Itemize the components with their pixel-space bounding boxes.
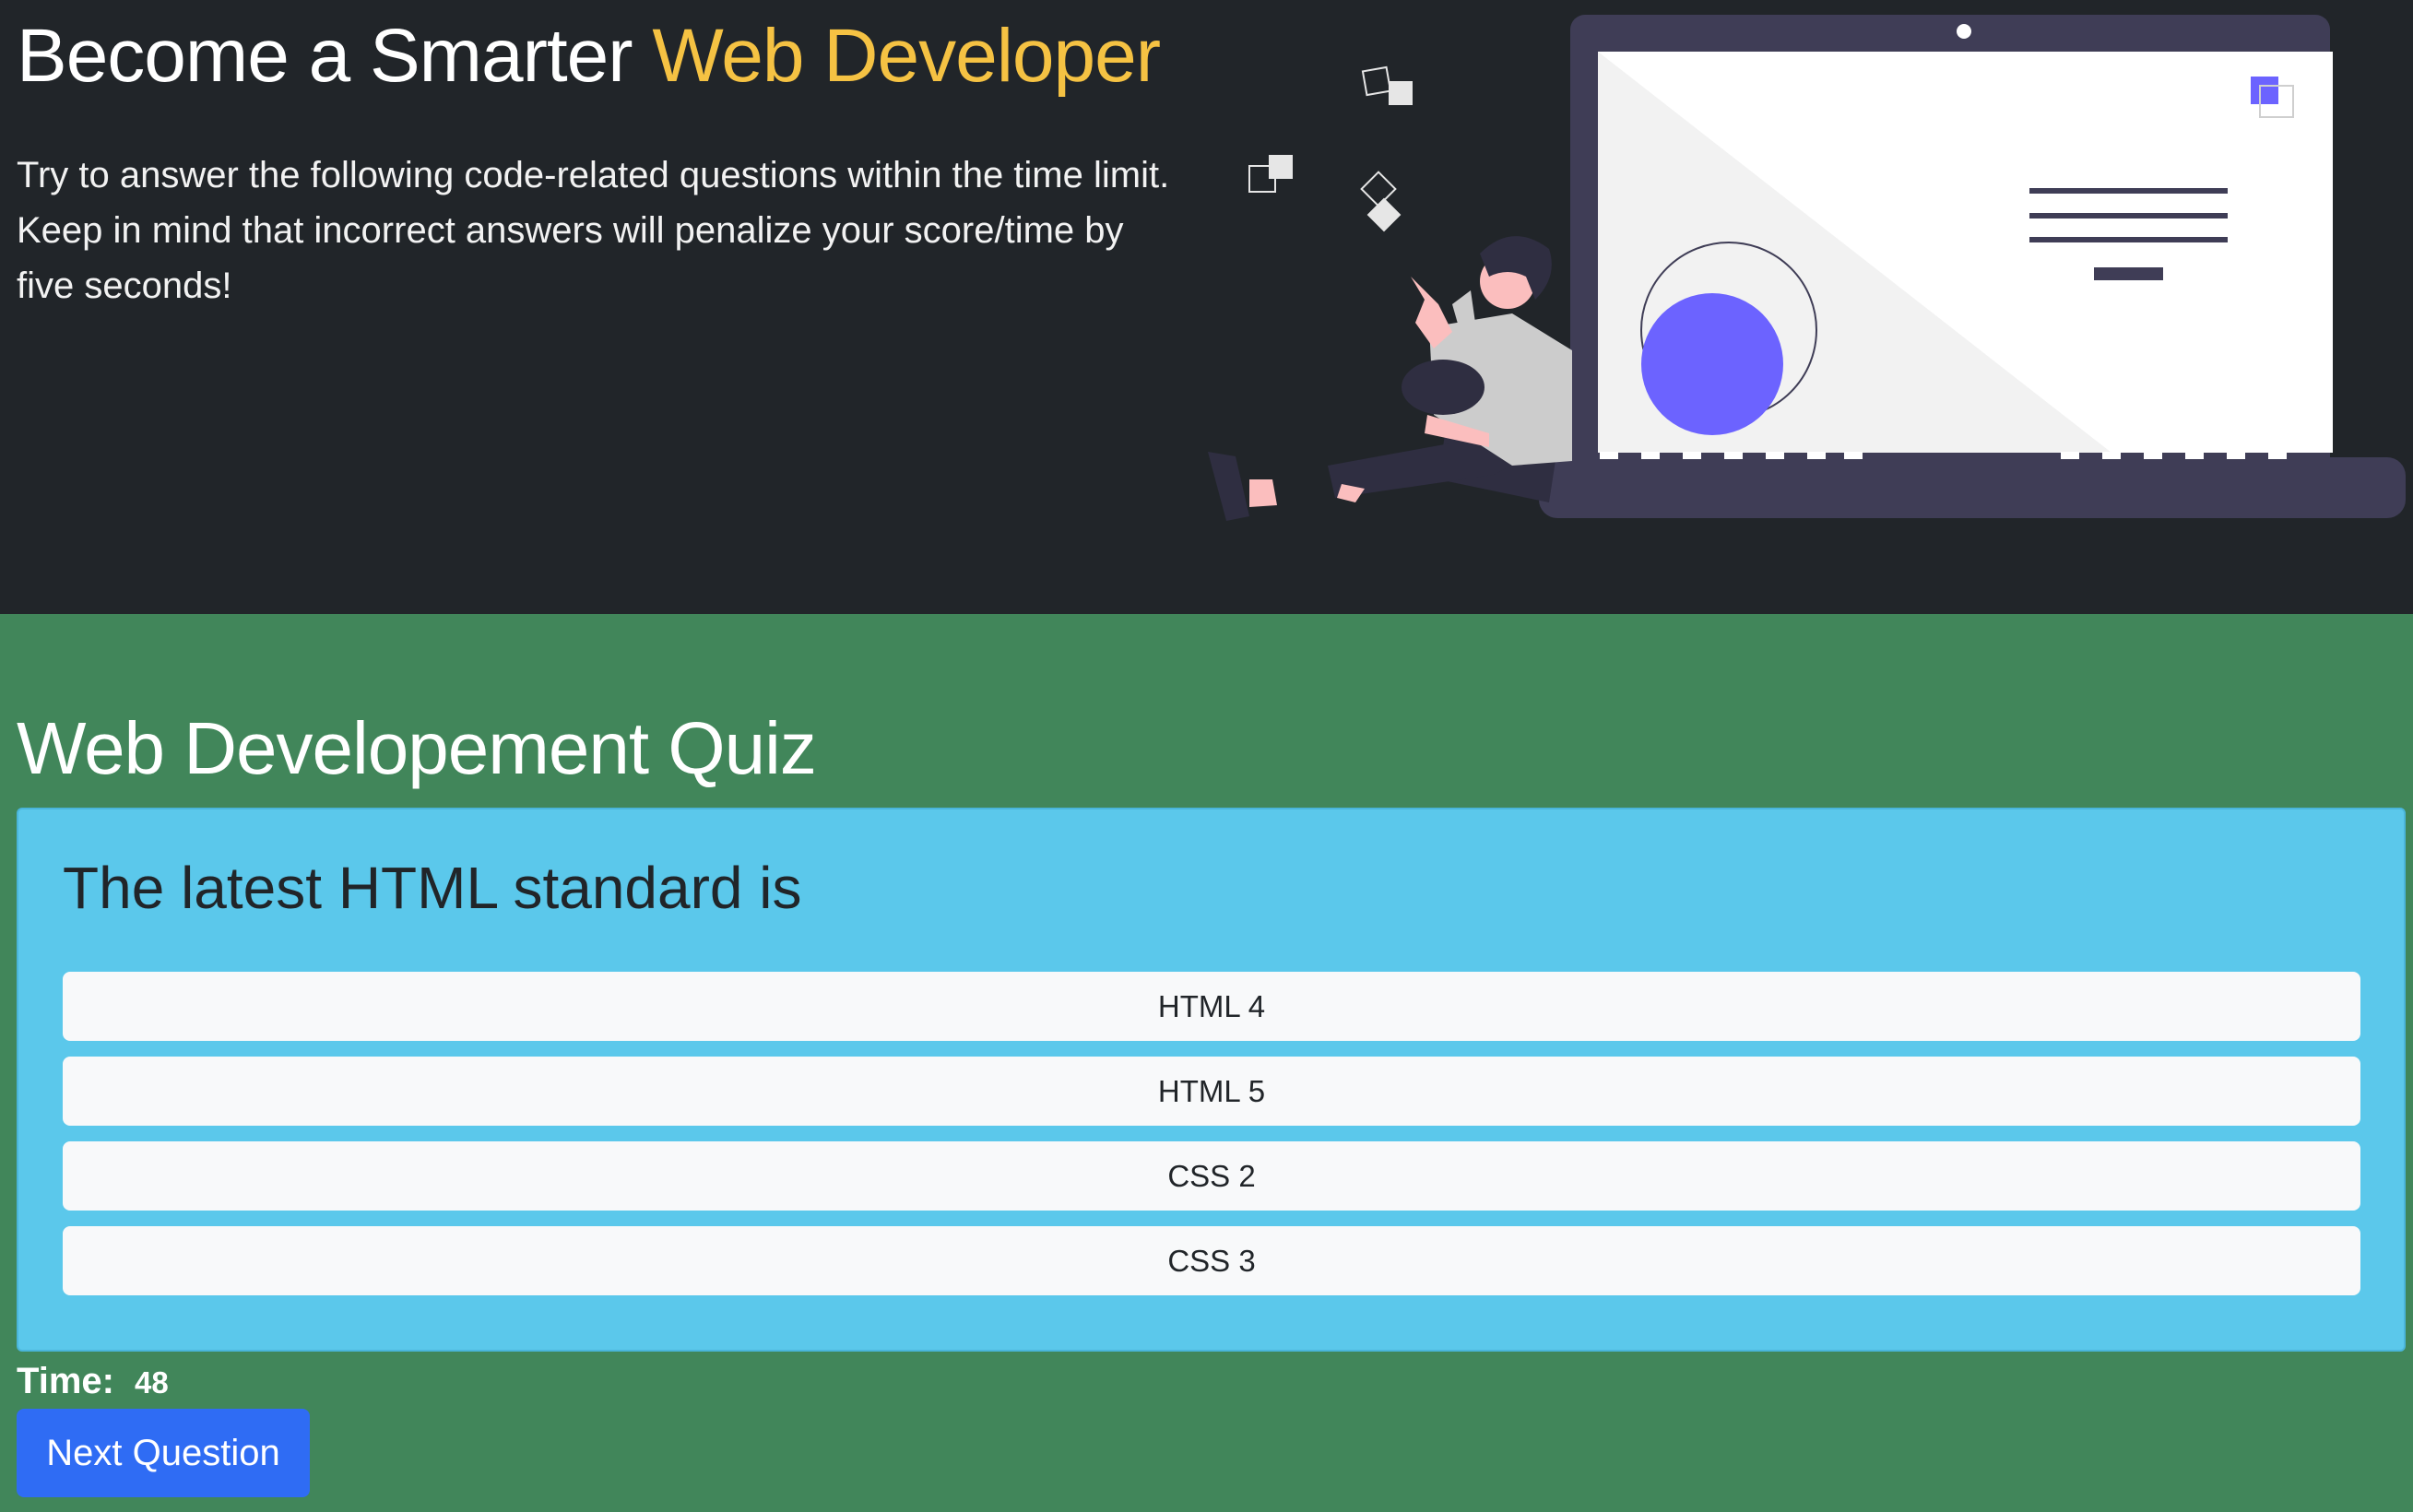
- answer-item: HTML 5: [63, 1057, 2360, 1126]
- next-question-button[interactable]: Next Question: [17, 1409, 310, 1497]
- floating-shapes: [1248, 65, 1397, 207]
- answer-button-html-4[interactable]: HTML 4: [63, 972, 2360, 1041]
- hero-section: Become a Smarter Web Developer Try to an…: [0, 0, 2413, 614]
- answer-button-html-5[interactable]: HTML 5: [63, 1057, 2360, 1126]
- answer-list: HTML 4 HTML 5 CSS 2 CSS 3: [63, 972, 2360, 1311]
- quiz-section: Web Developement Quiz The latest HTML st…: [0, 614, 2413, 1512]
- timer: Time: 48: [17, 1361, 169, 1402]
- person-laptop-illustration: [1208, 15, 2406, 521]
- timer-value: 48: [134, 1365, 169, 1400]
- answer-item: HTML 4: [63, 972, 2360, 1041]
- person-figure: [1208, 236, 1572, 521]
- quiz-title: Web Developement Quiz: [17, 707, 817, 789]
- answer-button-css-2[interactable]: CSS 2: [63, 1141, 2360, 1211]
- laptop-base: [1539, 457, 2406, 518]
- hero-title: Become a Smarter Web Developer: [17, 13, 1161, 100]
- hero-title-main: Become a Smarter: [17, 14, 653, 98]
- answer-item: CSS 2: [63, 1141, 2360, 1211]
- answer-button-css-3[interactable]: CSS 3: [63, 1226, 2360, 1295]
- timer-label: Time:: [17, 1361, 114, 1401]
- hero-description: Try to answer the following code-related…: [17, 155, 1170, 306]
- question-card: The latest HTML standard is HTML 4 HTML …: [17, 808, 2406, 1352]
- answer-item: CSS 3: [63, 1226, 2360, 1295]
- hero-title-accent: Web Developer: [652, 14, 1161, 98]
- question-text: The latest HTML standard is: [63, 855, 802, 921]
